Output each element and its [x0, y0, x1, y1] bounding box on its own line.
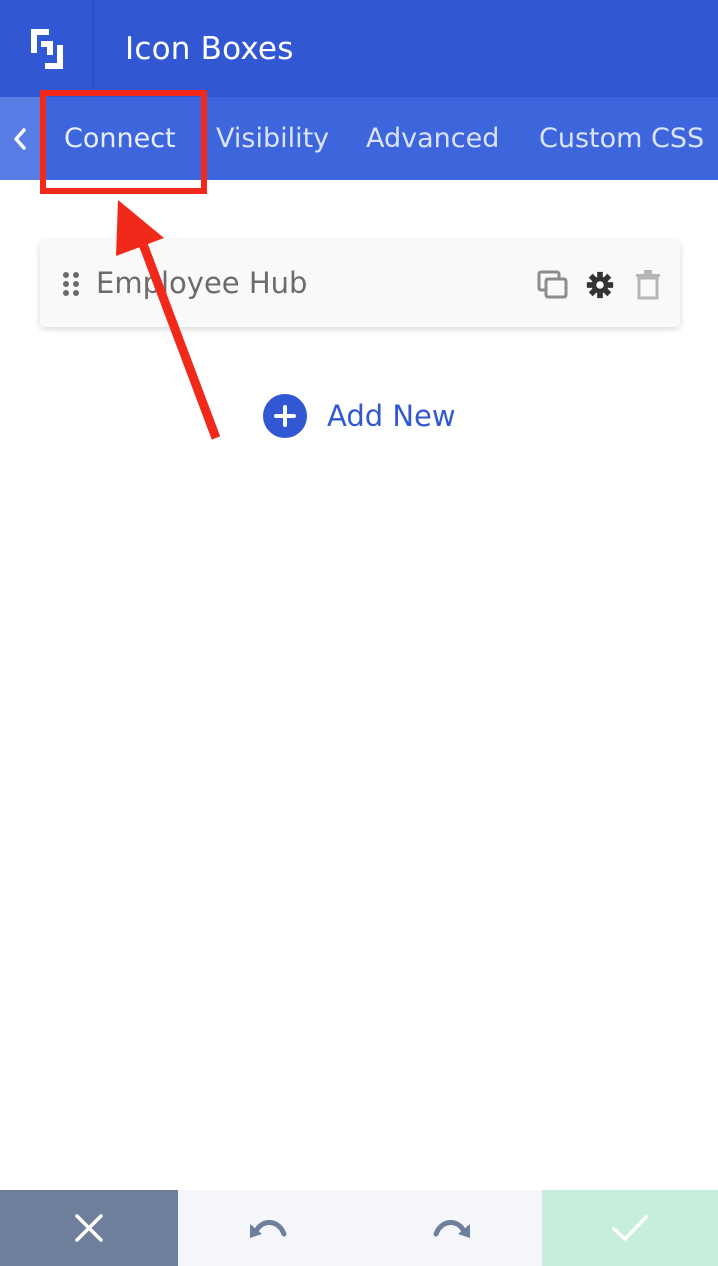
- tab-bar: Connect Visibility Advanced Custom CSS: [0, 97, 718, 180]
- tab-connect[interactable]: Connect: [64, 97, 176, 180]
- redo-icon[interactable]: [430, 1212, 472, 1244]
- add-new-button[interactable]: Add New: [263, 394, 456, 438]
- history-controls: [178, 1190, 542, 1266]
- confirm-button[interactable]: [542, 1190, 718, 1266]
- brackets-logo-icon: [30, 28, 63, 69]
- list-item-label: Employee Hub: [96, 266, 308, 300]
- tab-custom-css[interactable]: Custom CSS: [539, 97, 704, 180]
- chevron-left-icon: [14, 127, 26, 150]
- tabs-back-button[interactable]: [0, 97, 40, 180]
- tab-visibility[interactable]: Visibility: [216, 97, 329, 180]
- panel-title: Icon Boxes: [125, 30, 294, 67]
- footer-toolbar: [0, 1190, 718, 1266]
- gear-icon[interactable]: [584, 270, 616, 300]
- list-item[interactable]: Employee Hub: [40, 240, 680, 327]
- close-icon: [75, 1214, 103, 1242]
- duplicate-icon[interactable]: [537, 270, 569, 300]
- trash-icon[interactable]: [634, 270, 662, 300]
- panel-header: Icon Boxes: [0, 0, 718, 97]
- drag-handle-icon[interactable]: [62, 271, 80, 297]
- checkmark-icon: [612, 1215, 648, 1241]
- undo-icon[interactable]: [248, 1212, 290, 1244]
- plus-circle-icon: [263, 394, 307, 438]
- add-new-label: Add New: [327, 399, 456, 433]
- tab-advanced[interactable]: Advanced: [366, 97, 499, 180]
- cancel-button[interactable]: [0, 1190, 178, 1266]
- logo[interactable]: [0, 0, 94, 97]
